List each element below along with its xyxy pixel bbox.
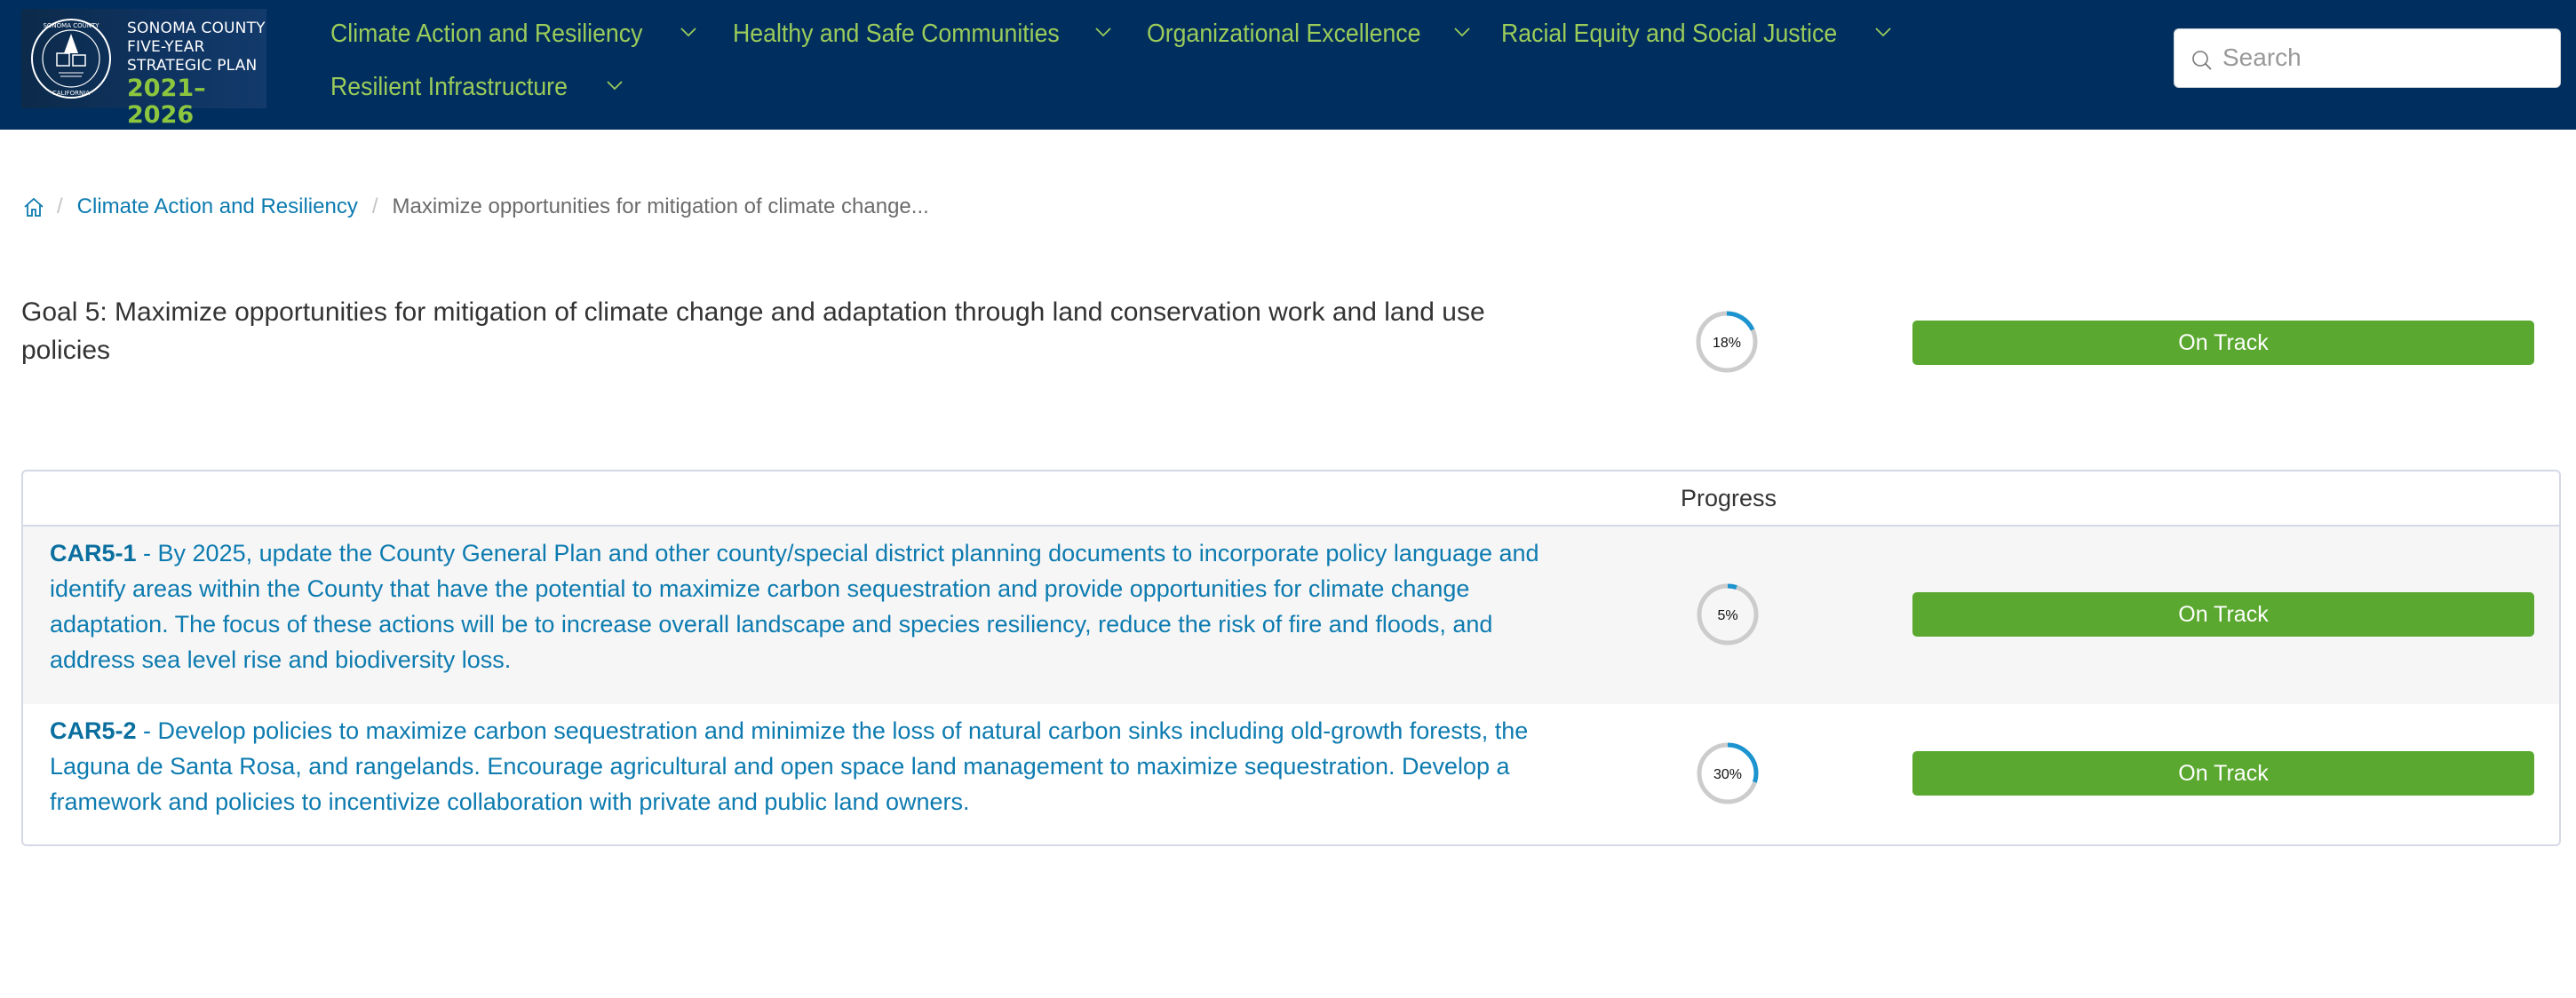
objective-code: CAR5-1 bbox=[50, 540, 137, 566]
chevron-down-icon bbox=[680, 28, 696, 37]
progress-ring-graphic: 30% bbox=[1697, 742, 1759, 804]
breadcrumb-current: Maximize opportunities for mitigation of… bbox=[392, 194, 929, 218]
nav-item-racial-equity-and-social-justice[interactable]: Racial Equity and Social Justice bbox=[1501, 16, 1891, 51]
nav-item-resilient-infrastructure[interactable]: Resilient Infrastructure bbox=[330, 69, 623, 105]
objective-status-badge[interactable]: On Track bbox=[1912, 592, 2534, 637]
svg-text:CALIFORNIA: CALIFORNIA bbox=[52, 90, 90, 97]
objective-status-badge[interactable]: On Track bbox=[1912, 751, 2534, 796]
chevron-down-icon bbox=[1875, 28, 1891, 37]
progress-percent-label: 5% bbox=[1717, 608, 1737, 623]
progress-ring-graphic: 5% bbox=[1697, 583, 1759, 646]
table-header: Progress bbox=[23, 471, 2559, 527]
objectives-table: Progress CAR5-1 - By 2025, update the Co… bbox=[21, 470, 2561, 846]
logo-years: 2021–2026 bbox=[127, 75, 206, 129]
progress-percent-label: 30% bbox=[1713, 767, 1742, 782]
nav-item-healthy-and-safe-communities[interactable]: Healthy and Safe Communities bbox=[733, 16, 1111, 51]
objective-description: Develop policies to maximize carbon sequ… bbox=[50, 717, 1529, 815]
objective-progress-ring: 5% bbox=[1696, 582, 1760, 646]
goal-title: Goal 5: Maximize opportunities for mitig… bbox=[21, 297, 1485, 365]
breadcrumb-separator: / bbox=[57, 194, 63, 218]
search-input[interactable] bbox=[2222, 36, 2542, 79]
chevron-down-icon bbox=[1095, 28, 1111, 37]
chevron-down-icon bbox=[1454, 28, 1470, 37]
chevron-down-icon bbox=[607, 81, 623, 91]
logo-text: SONOMA COUNTY FIVE-YEAR STRATEGIC PLAN 2… bbox=[127, 20, 266, 129]
table-row: CAR5-1 - By 2025, update the County Gene… bbox=[23, 527, 2559, 704]
site-header: SONOMA COUNTY CALIFORNIA SONOMA COUNTY F… bbox=[0, 0, 2576, 130]
table-row: CAR5-2 - Develop policies to maximize ca… bbox=[23, 704, 2559, 844]
county-seal-icon: SONOMA COUNTY CALIFORNIA bbox=[31, 19, 111, 99]
objective-link-car5-1[interactable]: CAR5-1 - By 2025, update the County Gene… bbox=[50, 535, 1542, 677]
nav-item-organizational-excellence[interactable]: Organizational Excellence bbox=[1147, 16, 1470, 51]
column-header-progress: Progress bbox=[1680, 485, 1777, 511]
goal-status-badge[interactable]: On Track bbox=[1912, 321, 2534, 365]
objective-code: CAR5-2 bbox=[50, 717, 137, 744]
breadcrumb: / Climate Action and Resiliency / Maximi… bbox=[23, 192, 929, 222]
search-box[interactable] bbox=[2174, 28, 2561, 88]
logo-line-3: STRATEGIC PLAN bbox=[127, 57, 258, 75]
objective-progress-ring: 30% bbox=[1696, 741, 1760, 805]
breadcrumb-link-climate-action-and-resiliency[interactable]: Climate Action and Resiliency bbox=[77, 194, 358, 219]
nav-item-label: Climate Action and Resiliency bbox=[330, 20, 643, 48]
nav-item-climate-action-and-resiliency[interactable]: Climate Action and Resiliency bbox=[330, 16, 696, 51]
nav-item-label: Organizational Excellence bbox=[1147, 20, 1421, 48]
progress-ring-graphic: 18% bbox=[1696, 311, 1758, 373]
search-icon bbox=[2192, 51, 2212, 70]
breadcrumb-separator: / bbox=[371, 194, 378, 218]
svg-text:SONOMA COUNTY: SONOMA COUNTY bbox=[43, 22, 99, 29]
nav-item-label: Healthy and Safe Communities bbox=[733, 20, 1060, 48]
sonoma-county-strategic-plan-logo[interactable]: SONOMA COUNTY CALIFORNIA SONOMA COUNTY F… bbox=[21, 9, 266, 129]
goal-progress-ring: 18% bbox=[1695, 310, 1759, 374]
objective-separator: - bbox=[136, 717, 158, 744]
progress-percent-label: 18% bbox=[1713, 336, 1741, 351]
objective-description: By 2025, update the County General Plan … bbox=[50, 540, 1539, 673]
nav-item-label: Racial Equity and Social Justice bbox=[1501, 20, 1838, 48]
objective-separator: - bbox=[136, 540, 158, 566]
logo-line-1: SONOMA COUNTY bbox=[127, 20, 266, 37]
logo-line-2: FIVE-YEAR bbox=[127, 38, 205, 56]
nav-item-label: Resilient Infrastructure bbox=[330, 73, 568, 101]
home-icon[interactable] bbox=[23, 196, 44, 218]
objective-link-car5-2[interactable]: CAR5-2 - Develop policies to maximize ca… bbox=[50, 713, 1542, 820]
